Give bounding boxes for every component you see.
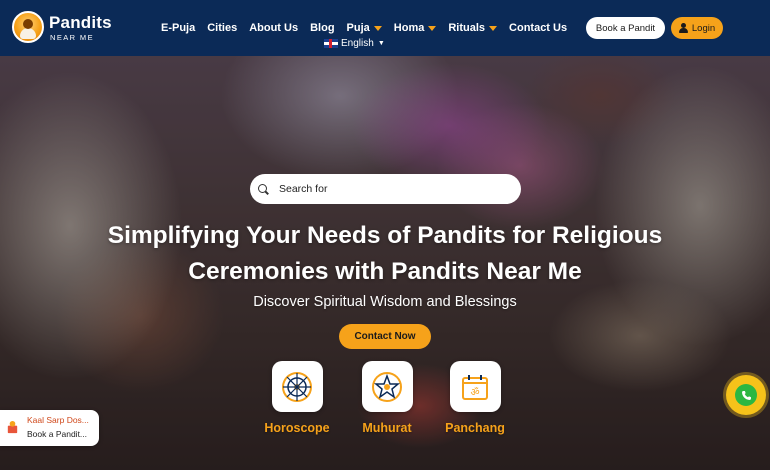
whatsapp-button[interactable] xyxy=(726,375,766,415)
hero-title-line2: Ceremonies with Pandits Near Me xyxy=(188,258,582,285)
pandit-logo-icon xyxy=(12,11,44,43)
puja-icon xyxy=(7,420,18,434)
feature-panchang-label: Panchang xyxy=(445,421,505,435)
brand-logo[interactable]: Pandits NEAR ME xyxy=(12,11,112,45)
feature-panchang-box: ॐ xyxy=(449,361,501,412)
book-pandit-button[interactable]: Book a Pandit xyxy=(586,17,665,39)
nav-item-blog[interactable]: Blog xyxy=(310,22,334,34)
feature-horoscope[interactable]: Horoscope xyxy=(255,361,339,435)
navbar: Pandits NEAR ME E-Puja Cities About Us B… xyxy=(0,0,770,56)
language-label: English xyxy=(341,38,374,49)
chevron-down-icon xyxy=(489,25,498,31)
promo-title: Kaal Sarp Dos... xyxy=(27,415,89,425)
chevron-down-icon: ▼ xyxy=(377,40,385,47)
feature-horoscope-label: Horoscope xyxy=(264,421,330,435)
whatsapp-icon xyxy=(735,384,757,406)
promo-subtitle: Book a Pandit... xyxy=(27,429,88,439)
brand-tagline: NEAR ME xyxy=(50,33,94,42)
contact-now-button[interactable]: Contact Now xyxy=(339,324,431,349)
hero-title-line1: Simplifying Your Needs of Pandits for Re… xyxy=(107,222,663,249)
nav-item-puja[interactable]: Puja xyxy=(347,22,382,34)
feature-muhurat-box xyxy=(361,361,413,412)
nav-item-contact-us[interactable]: Contact Us xyxy=(509,22,567,34)
nav-item-rituals[interactable]: Rituals xyxy=(448,22,498,34)
hero-title: Simplifying Your Needs of Pandits for Re… xyxy=(40,218,730,290)
nav-item-homa[interactable]: Homa xyxy=(394,22,437,34)
panchang-calendar-icon: ॐ xyxy=(462,374,488,400)
search-input[interactable] xyxy=(279,183,509,195)
brand-name: Pandits xyxy=(49,13,112,32)
uk-flag-icon xyxy=(324,39,338,48)
feature-panchang[interactable]: ॐ Panchang xyxy=(433,361,517,435)
search-bar[interactable] xyxy=(250,174,521,204)
main-nav: E-Puja Cities About Us Blog Puja Homa Ri… xyxy=(161,21,579,35)
login-label: Login xyxy=(691,22,716,34)
chevron-down-icon xyxy=(428,25,437,31)
promo-widget[interactable]: Kaal Sarp Dos... Book a Pandit... xyxy=(0,410,99,446)
nav-item-epuja[interactable]: E-Puja xyxy=(161,22,195,34)
svg-text:ॐ: ॐ xyxy=(470,386,479,398)
language-selector[interactable]: English ▼ xyxy=(324,38,385,49)
user-icon xyxy=(678,23,688,33)
feature-muhurat[interactable]: Muhurat xyxy=(345,361,429,435)
chevron-down-icon xyxy=(373,25,382,31)
feature-muhurat-label: Muhurat xyxy=(362,421,412,435)
horoscope-wheel-icon xyxy=(282,371,312,402)
nav-item-cities[interactable]: Cities xyxy=(207,22,237,34)
muhurat-star-icon xyxy=(372,371,402,402)
hero-subtitle: Discover Spiritual Wisdom and Blessings xyxy=(253,294,517,310)
phone-icon xyxy=(741,390,751,400)
login-button[interactable]: Login xyxy=(671,17,723,39)
hero-section: Simplifying Your Needs of Pandits for Re… xyxy=(0,56,770,470)
nav-item-about-us[interactable]: About Us xyxy=(249,22,298,34)
feature-horoscope-box xyxy=(271,361,323,412)
search-icon xyxy=(258,183,269,195)
